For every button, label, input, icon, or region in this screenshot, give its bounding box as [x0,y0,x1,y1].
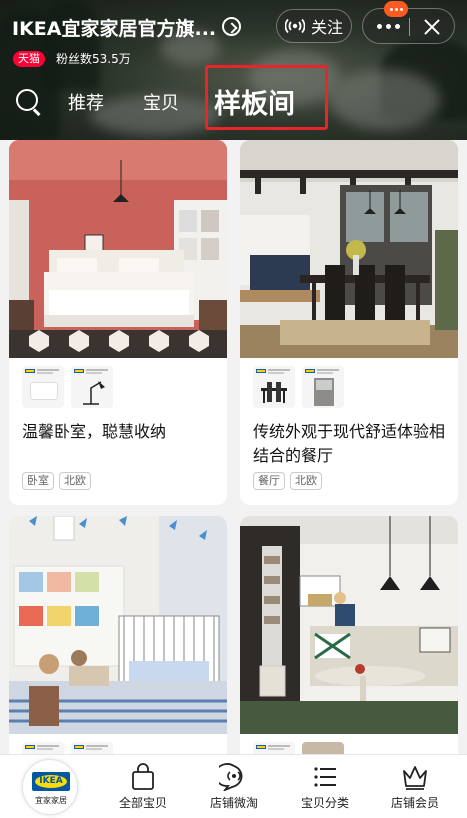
category-list-icon [310,763,340,791]
active-tab-highlight [205,65,328,130]
nav-all-items[interactable]: 全部宝贝 [103,763,183,811]
showroom-card[interactable] [9,516,227,766]
product-thumbnail[interactable] [302,366,344,408]
product-thumbnail[interactable] [71,366,113,408]
card-tag[interactable]: 北欧 [59,472,91,490]
tab-recommend[interactable]: 推荐 [68,89,104,115]
nav-store-member[interactable]: 店铺会员 [375,763,455,811]
showroom-card[interactable]: 传统外观于现代舒适体验相结合的餐厅 餐厅 北欧 [240,140,458,505]
card-tags: 卧室 北欧 [22,472,91,490]
card-tags: 餐厅 北欧 [253,472,322,490]
nav-store-weitao[interactable]: 店铺微淘 [194,763,274,811]
more-options-icon[interactable] [373,16,403,36]
bedroom-image [9,140,227,358]
follow-button[interactable]: 关注 [276,9,352,43]
card-tag[interactable]: 卧室 [22,472,54,490]
product-thumbnails [253,366,344,408]
close-icon[interactable] [423,18,441,36]
product-thumbnail[interactable] [22,366,64,408]
card-tag[interactable]: 餐厅 [253,472,285,490]
capsule-divider [409,18,410,36]
store-name[interactable]: IKEA宜家家居官方旗... [12,14,216,41]
kids-room-image [9,516,227,734]
crown-icon [400,763,430,791]
top-bar: IKEA宜家家居官方旗... 关注 [0,0,467,52]
bottom-navigation: IKEA 宜家家居 全部宝贝 店铺微淘 宝贝分类 店铺会员 [0,754,467,818]
miniapp-capsule [362,8,455,44]
nav-label: 宝贝分类 [300,796,349,810]
dining-room-image [240,140,458,358]
nav-categories[interactable]: 宝贝分类 [285,763,365,811]
shopping-bag-icon [128,763,158,791]
card-title: 传统外观于现代舒适体验相结合的餐厅 [253,422,446,465]
store-logo-caption: 宜家家居 [35,796,67,805]
store-info-chevron-icon[interactable] [222,17,241,36]
card-tag[interactable]: 北欧 [290,472,322,490]
product-thumbnails [22,366,113,408]
store-logo-button[interactable]: IKEA 宜家家居 [22,759,78,815]
follow-label: 关注 [310,18,343,37]
card-title: 温馨卧室，聪慧收纳 [22,422,167,441]
notification-badge [384,1,408,17]
weitao-chat-icon [214,763,249,793]
nav-label: 店铺会员 [390,796,439,810]
broadcast-icon [284,18,305,34]
fans-count: 粉丝数53.5万 [56,52,131,66]
nav-label: 全部宝贝 [118,796,167,810]
showroom-card[interactable] [240,516,458,766]
ikea-logo: IKEA [32,772,70,791]
search-icon[interactable] [16,89,42,116]
living-room-image [240,516,458,734]
showroom-card[interactable]: 温馨卧室，聪慧收纳 卧室 北欧 [9,140,227,505]
nav-label: 店铺微淘 [209,796,258,810]
product-thumbnail[interactable] [253,366,295,408]
tmall-badge: 天猫 [13,51,45,67]
tab-items[interactable]: 宝贝 [143,89,179,115]
